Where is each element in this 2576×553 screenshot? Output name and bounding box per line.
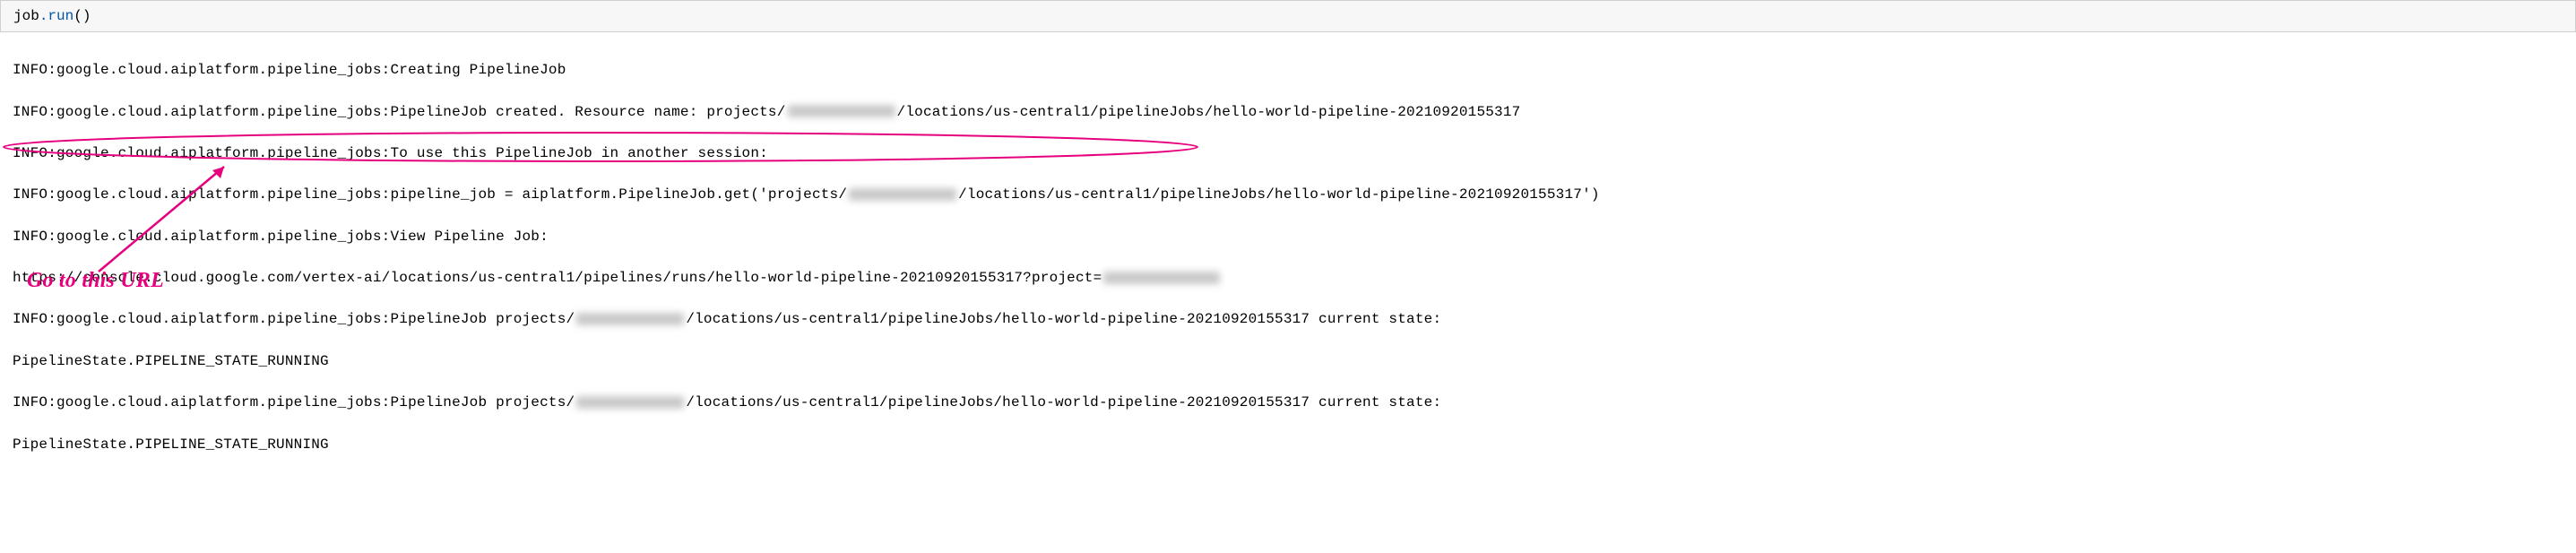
log-line-1: INFO:google.cloud.aiplatform.pipeline_jo…	[13, 60, 2563, 81]
redacted-project-id	[576, 313, 684, 325]
pipeline-state: PipelineState.PIPELINE_STATE_RUNNING	[13, 353, 329, 369]
log-line-3: INFO:google.cloud.aiplatform.pipeline_jo…	[13, 143, 2563, 164]
log-prefix: INFO:google.cloud.aiplatform.pipeline_jo…	[13, 186, 390, 203]
log-line-state-1: PipelineState.PIPELINE_STATE_RUNNING	[13, 351, 2563, 372]
log-msg: /locations/us-central1/pipelineJobs/hell…	[958, 186, 1600, 203]
log-msg: pipeline_job = aiplatform.PipelineJob.ge…	[390, 186, 847, 203]
code-parens: ()	[73, 8, 91, 24]
log-prefix: INFO:google.cloud.aiplatform.pipeline_jo…	[13, 394, 390, 410]
annotation-arrow-line	[99, 167, 224, 272]
code-object: job	[13, 8, 39, 24]
log-msg: PipelineJob created. Resource name: proj…	[390, 104, 785, 120]
log-prefix: INFO:google.cloud.aiplatform.pipeline_jo…	[13, 311, 390, 327]
log-prefix: INFO:google.cloud.aiplatform.pipeline_jo…	[13, 145, 390, 161]
log-msg: /locations/us-central1/pipelineJobs/hell…	[686, 394, 1441, 410]
log-line-url: https://console.cloud.google.com/vertex-…	[13, 268, 2563, 289]
pipeline-state: PipelineState.PIPELINE_STATE_RUNNING	[13, 436, 329, 453]
log-msg: PipelineJob projects/	[390, 311, 575, 327]
redacted-project-id	[1103, 272, 1220, 284]
annotation-arrow-head	[212, 167, 224, 178]
redacted-project-id	[849, 188, 956, 201]
log-prefix: INFO:google.cloud.aiplatform.pipeline_jo…	[13, 229, 390, 245]
log-msg: View Pipeline Job:	[390, 229, 548, 245]
log-line-7: INFO:google.cloud.aiplatform.pipeline_jo…	[13, 309, 2563, 330]
code-input-cell: job.run()	[0, 0, 2576, 32]
log-msg: Creating PipelineJob	[390, 62, 566, 78]
log-msg: PipelineJob projects/	[390, 394, 575, 410]
log-line-4: INFO:google.cloud.aiplatform.pipeline_jo…	[13, 185, 2563, 205]
redacted-project-id	[788, 105, 895, 117]
log-prefix: INFO:google.cloud.aiplatform.pipeline_jo…	[13, 104, 390, 120]
redacted-project-id	[576, 396, 684, 409]
log-line-2: INFO:google.cloud.aiplatform.pipeline_jo…	[13, 102, 2563, 123]
log-line-5: INFO:google.cloud.aiplatform.pipeline_jo…	[13, 227, 2563, 247]
annotation-label: Go to this URL	[27, 265, 164, 297]
output-block: INFO:google.cloud.aiplatform.pipeline_jo…	[0, 34, 2576, 553]
log-line-state-2: PipelineState.PIPELINE_STATE_RUNNING	[13, 435, 2563, 455]
log-line-9: INFO:google.cloud.aiplatform.pipeline_jo…	[13, 393, 2563, 413]
pipeline-url[interactable]: https://console.cloud.google.com/vertex-…	[13, 270, 1102, 286]
log-prefix: INFO:google.cloud.aiplatform.pipeline_jo…	[13, 62, 390, 78]
code-method: .run	[39, 8, 73, 24]
log-msg: /locations/us-central1/pipelineJobs/hell…	[686, 311, 1441, 327]
log-msg: /locations/us-central1/pipelineJobs/hell…	[897, 104, 1521, 120]
log-msg: To use this PipelineJob in another sessi…	[390, 145, 767, 161]
